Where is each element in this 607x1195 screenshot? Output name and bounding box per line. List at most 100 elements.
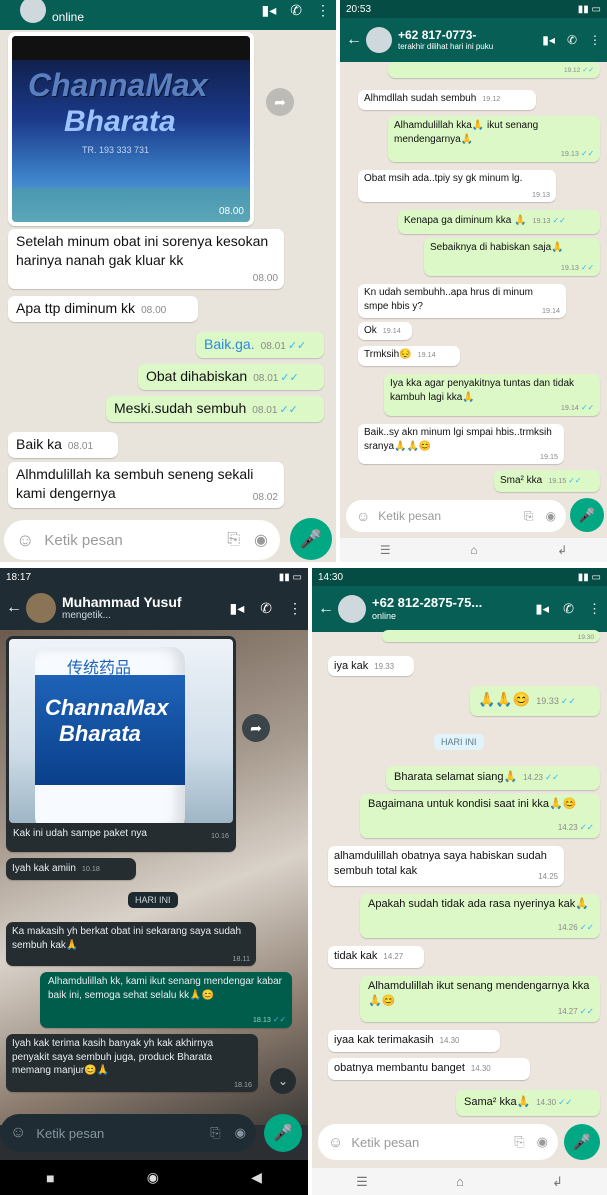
message-input[interactable]: ☺ Ketik pesan ⎘ ◉ bbox=[0, 1114, 256, 1152]
menu-nav-icon[interactable]: ☰ bbox=[380, 543, 391, 557]
read-ticks-icon: ✓✓ bbox=[579, 1006, 594, 1017]
outgoing-message: Obat dihabiskan 08.01 ✓✓ bbox=[138, 364, 324, 390]
image-message[interactable]: 传统药品 ChannaMax Bharata Kak ini udah samp… bbox=[6, 636, 236, 852]
avatar[interactable] bbox=[20, 0, 46, 23]
back-icon[interactable]: ← bbox=[6, 599, 22, 617]
back-nav-icon[interactable]: ↲ bbox=[557, 543, 567, 557]
message-time: 19.14 bbox=[417, 350, 436, 359]
back-nav-icon[interactable]: ↲ bbox=[552, 1174, 563, 1190]
emoji-icon[interactable]: ☺ bbox=[10, 1124, 26, 1142]
message-time: 14.27 bbox=[557, 1007, 578, 1017]
back-nav-icon[interactable]: ◀ bbox=[251, 1169, 262, 1186]
more-icon[interactable]: ⋮ bbox=[588, 601, 601, 617]
status-bar: 18:17 ▮▮ ▭ bbox=[0, 568, 308, 586]
incoming-message: iyaa kak terimakasih 14.30 bbox=[328, 1030, 500, 1052]
message-time: 18.13 bbox=[252, 1014, 271, 1024]
attach-icon[interactable]: ⎘ bbox=[514, 1134, 524, 1150]
status-bar: 20:53 ▮▮ ▭ bbox=[340, 0, 607, 18]
message-time: 19.33 bbox=[374, 662, 395, 671]
forward-icon[interactable]: ➦ bbox=[242, 714, 270, 742]
incoming-message: alhamdulillah obatnya saya habiskan suda… bbox=[328, 846, 564, 886]
message-time: 14.27 bbox=[383, 952, 404, 961]
emoji-icon[interactable]: ☺ bbox=[16, 530, 34, 551]
image-time: 10.16 bbox=[211, 830, 229, 840]
home-nav-icon[interactable]: ⌂ bbox=[470, 543, 477, 557]
avatar[interactable] bbox=[366, 27, 392, 53]
emoji-icon[interactable]: ☺ bbox=[328, 1134, 343, 1151]
camera-icon[interactable]: ◉ bbox=[254, 530, 268, 550]
message-time: 19.15 bbox=[540, 452, 558, 462]
incoming-message: Trmksih😔 19.14 bbox=[358, 346, 460, 366]
phone-icon[interactable]: ✆ bbox=[563, 601, 574, 617]
camera-icon[interactable]: ◉ bbox=[546, 509, 556, 523]
phone-icon[interactable]: ✆ bbox=[567, 33, 577, 47]
message-time: 08.00 bbox=[141, 305, 167, 316]
emoji-icon[interactable]: ☺ bbox=[356, 508, 370, 524]
attach-icon[interactable]: ⎘ bbox=[227, 531, 240, 549]
message-time: 19.14 bbox=[542, 306, 560, 316]
phone-icon[interactable]: ✆ bbox=[260, 600, 272, 617]
message-time: 14.25 bbox=[538, 872, 558, 882]
input-placeholder: Ketik pesan bbox=[351, 1134, 420, 1150]
outgoing-message: 19.12 ✓✓ bbox=[388, 62, 600, 78]
avatar[interactable] bbox=[338, 595, 366, 623]
outgoing-message: Alhamdulillah kk, kami ikut senang mende… bbox=[40, 972, 292, 1028]
read-ticks-icon: ✓✓ bbox=[579, 922, 594, 933]
more-icon[interactable]: ⋮ bbox=[589, 33, 601, 47]
message-time: 19.14 bbox=[560, 402, 579, 412]
mic-button[interactable]: 🎤 bbox=[290, 518, 332, 560]
message-time: 14.30 bbox=[439, 1036, 460, 1045]
chat-panel-bottom-left: 18:17 ▮▮ ▭ ← Muhammad Yusuf mengetik... … bbox=[0, 568, 308, 1195]
camera-icon[interactable]: ◉ bbox=[235, 1125, 246, 1141]
image-message[interactable]: ChannaMax Bharata TR. 193 333 731 08.00 bbox=[8, 32, 254, 226]
avatar[interactable] bbox=[26, 593, 56, 623]
menu-nav-icon[interactable]: ☰ bbox=[356, 1174, 368, 1190]
chat-header: ← +62 812-2875-75... online ▮◂ ✆ ⋮ bbox=[312, 586, 607, 632]
phone-icon[interactable]: ✆ bbox=[290, 2, 302, 19]
video-call-icon[interactable]: ▮◂ bbox=[230, 600, 245, 617]
product-chinese-text: 传统药品 bbox=[67, 658, 132, 677]
product-photo: 传统药品 ChannaMax Bharata bbox=[9, 639, 233, 823]
mic-button[interactable]: 🎤 bbox=[570, 498, 604, 532]
incoming-message: Iyah kak terima kasih banyak yh kak akhi… bbox=[6, 1034, 258, 1092]
product-reg-text: TR. 193 333 731 bbox=[82, 145, 150, 155]
forward-icon[interactable]: ➦ bbox=[266, 88, 294, 116]
message-input[interactable]: ☺ Ketik pesan ⎘ ◉ bbox=[318, 1124, 558, 1160]
outgoing-message: Sebaiknya di habiskan saja🙏 19.13 ✓✓ bbox=[424, 238, 600, 276]
message-time: 19.15 bbox=[548, 476, 567, 485]
message-time: 08.01 bbox=[67, 441, 94, 452]
scroll-down-icon[interactable]: ⌄ bbox=[270, 1068, 296, 1094]
video-call-icon[interactable]: ▮◂ bbox=[535, 601, 549, 617]
mic-button[interactable]: 🎤 bbox=[264, 1114, 302, 1152]
chat-header: ← +62 817-0773- terakhir dilihat hari in… bbox=[340, 18, 607, 62]
video-call-icon[interactable]: ▮◂ bbox=[542, 33, 555, 47]
incoming-message: tidak kak 14.27 bbox=[328, 946, 424, 968]
incoming-message: Obat msih ada..tpiy sy gk minum lg. 19.1… bbox=[358, 170, 556, 202]
read-ticks-icon: ✓✓ bbox=[558, 1097, 573, 1107]
more-icon[interactable]: ⋮ bbox=[316, 2, 330, 19]
back-icon[interactable]: ← bbox=[346, 31, 362, 49]
attach-icon[interactable]: ⎘ bbox=[524, 509, 534, 524]
home-nav-icon[interactable]: ⌂ bbox=[456, 1174, 464, 1189]
mic-button[interactable]: 🎤 bbox=[564, 1124, 600, 1160]
camera-icon[interactable]: ◉ bbox=[537, 1134, 548, 1150]
message-time: 19.13 bbox=[560, 262, 579, 272]
last-seen: terakhir dilihat hari ini puku bbox=[398, 42, 494, 52]
message-input[interactable]: ☺ Ketik pesan ⎘ ◉ bbox=[4, 520, 280, 560]
home-nav-icon[interactable]: ◉ bbox=[147, 1169, 159, 1186]
attach-icon[interactable]: ⎘ bbox=[210, 1125, 220, 1141]
status-bar: 14:30 ▮▮ ▭ bbox=[312, 568, 607, 586]
video-call-icon[interactable]: ▮◂ bbox=[262, 2, 277, 19]
read-ticks-icon: ✓✓ bbox=[287, 340, 307, 352]
recents-nav-icon[interactable]: ■ bbox=[46, 1170, 54, 1186]
date-divider: HARI INI bbox=[434, 734, 484, 750]
outgoing-message: Meski.sudah sembuh 08.01 ✓✓ bbox=[106, 396, 324, 422]
battery-icon: ▮▮ ▭ bbox=[577, 571, 601, 583]
more-icon[interactable]: ⋮ bbox=[288, 600, 302, 617]
outgoing-message: Bagaimana untuk kondisi saat ini kka🙏😊 1… bbox=[360, 794, 600, 838]
back-icon[interactable]: ← bbox=[318, 600, 334, 618]
read-ticks-icon: ✓✓ bbox=[272, 1014, 286, 1024]
chat-header: online ▮◂ ✆ ⋮ bbox=[0, 0, 336, 30]
message-input[interactable]: ☺ Ketik pesan ⎘ ◉ bbox=[346, 500, 566, 532]
incoming-message: Iyah kak amiin 10.18 bbox=[6, 858, 136, 880]
